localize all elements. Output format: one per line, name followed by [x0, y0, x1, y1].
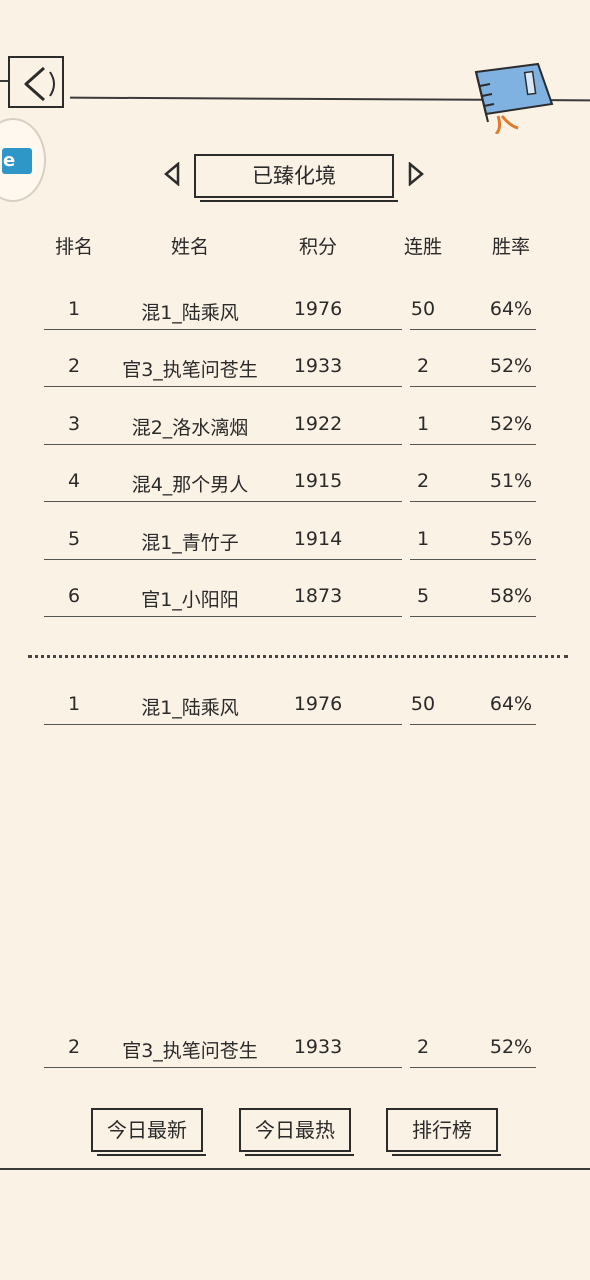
row-underline	[114, 1067, 264, 1068]
row-underline	[114, 724, 264, 725]
cell-winrate: 51%	[489, 470, 533, 492]
row-underline	[410, 1067, 536, 1068]
row-underline	[44, 1067, 120, 1068]
row-underline	[114, 559, 264, 560]
row-underline	[410, 724, 536, 725]
cell-name: 混2_洛水漓烟	[131, 417, 249, 439]
cell-winrate: 55%	[489, 528, 533, 550]
triangle-right-icon[interactable]	[406, 162, 426, 186]
row-underline	[44, 444, 120, 445]
row-underline	[44, 616, 120, 617]
app-icon-glyph: e	[3, 150, 16, 171]
cell-name: 官3_执笔问苍生	[122, 359, 258, 381]
row-underline	[410, 559, 536, 560]
cell-winrate: 52%	[489, 1036, 533, 1058]
row-underline	[410, 616, 536, 617]
cell-winrate: 64%	[489, 693, 533, 715]
cell-name: 混4_那个男人	[131, 474, 249, 496]
cell-winrate: 52%	[489, 355, 533, 377]
row-underline	[114, 501, 264, 502]
row-underline	[264, 386, 402, 387]
row-underline	[410, 444, 536, 445]
row-underline	[264, 616, 402, 617]
row-underline	[410, 501, 536, 502]
cell-winrate: 58%	[489, 585, 533, 607]
cell-name: 官3_执笔问苍生	[122, 1040, 258, 1062]
leaderboard-button[interactable]: 排行榜	[386, 1108, 501, 1156]
cell-name: 混1_陆乘风	[141, 302, 239, 324]
row-underline	[44, 386, 120, 387]
row-underline	[264, 329, 402, 330]
row-underline	[114, 329, 264, 330]
row-underline	[264, 724, 402, 725]
row-underline	[264, 559, 402, 560]
row-underline	[264, 1067, 402, 1068]
row-underline	[410, 329, 536, 330]
row-underline	[264, 444, 402, 445]
row-underline	[114, 444, 264, 445]
header-name: 姓名	[170, 236, 209, 258]
triangle-left-icon[interactable]	[162, 162, 182, 186]
row-underline	[44, 501, 120, 502]
tier-title: 已臻化境	[194, 154, 398, 202]
row-underline	[44, 559, 120, 560]
section-divider	[28, 655, 568, 662]
back-button[interactable]	[8, 56, 64, 108]
row-underline	[44, 724, 120, 725]
cell-name: 混1_青竹子	[141, 532, 239, 554]
today-hottest-button[interactable]: 今日最热	[239, 1108, 354, 1156]
side-floating-button[interactable]: e	[0, 118, 46, 202]
row-underline	[410, 386, 536, 387]
today-newest-button[interactable]: 今日最新	[91, 1108, 206, 1156]
cell-winrate: 52%	[489, 413, 533, 435]
cell-name: 官1_小阳阳	[141, 589, 239, 611]
header-winrate: 胜率	[491, 236, 530, 258]
row-underline	[44, 329, 120, 330]
row-underline	[114, 386, 264, 387]
cell-winrate: 64%	[489, 298, 533, 320]
row-underline	[114, 616, 264, 617]
divider	[0, 1168, 590, 1170]
book-icon[interactable]	[468, 62, 558, 134]
back-arrow-icon	[24, 66, 55, 102]
cell-name: 混1_陆乘风	[141, 697, 239, 719]
row-underline	[264, 501, 402, 502]
